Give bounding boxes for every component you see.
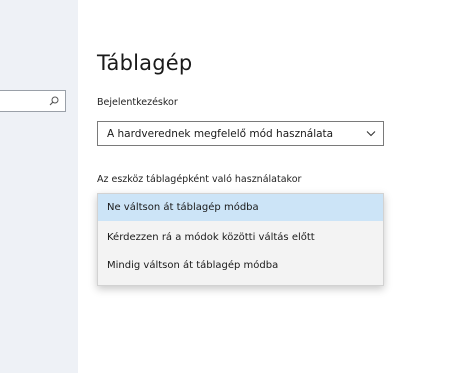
settings-sidebar [0,0,78,373]
dropdown-option-dont-switch[interactable]: Ne váltson át táblagép módba [98,194,383,221]
settings-content: Táblagép Bejelentkezéskor A hardverednek… [78,0,461,373]
chevron-down-icon [366,131,376,137]
dropdown-option-always-switch[interactable]: Mindig váltson át táblagép módba [98,252,383,279]
dropdown-option-ask-before-switch[interactable]: Kérdezzen rá a módok közötti váltás előt… [98,224,383,251]
signin-mode-value: A hardverednek megfelelő mód használata [107,127,334,140]
signin-label: Bejelentkezéskor [97,97,178,108]
search-input[interactable] [0,90,66,112]
page-title: Táblagép [97,51,193,75]
search-icon[interactable] [49,96,59,106]
tablet-usage-dropdown-list: Ne váltson át táblagép módba Kérdezzen r… [97,193,384,286]
signin-mode-select[interactable]: A hardverednek megfelelő mód használata [97,121,384,146]
tablet-usage-label: Az eszköz táblagépként való használatako… [97,174,302,185]
